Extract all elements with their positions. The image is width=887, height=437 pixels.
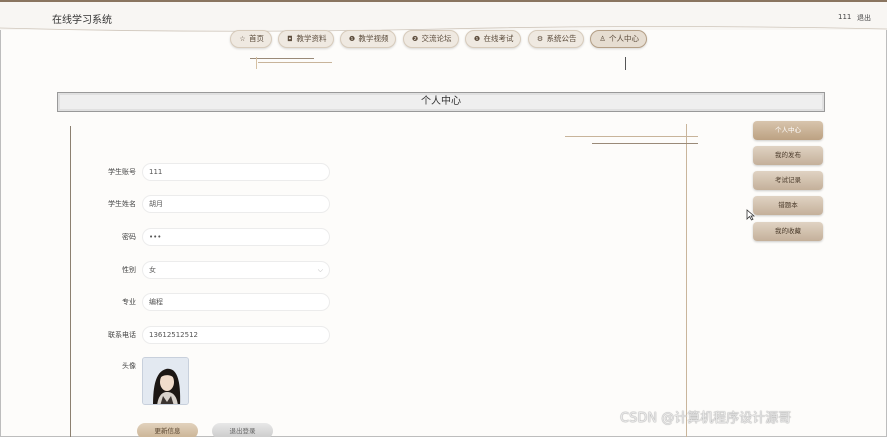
nav-item-label: 交流论坛: [421, 34, 452, 43]
decor-line: [250, 58, 314, 59]
decor-line: [592, 143, 698, 144]
sidebar-item-my-favorites[interactable]: 我的收藏: [753, 222, 823, 241]
nav-item-label: 教学资料: [296, 34, 327, 43]
nav-item-teaching-videos[interactable]: ❶ 教学视频: [340, 30, 396, 48]
info-circle-icon: ❶: [473, 35, 481, 43]
decor-line: [258, 62, 332, 63]
sidebar-item-exam-records[interactable]: 考试记录: [753, 171, 823, 190]
user-icon: ♙: [599, 35, 606, 43]
gender-label: 性别: [122, 266, 136, 274]
avatar-upload[interactable]: [142, 357, 189, 405]
password-field[interactable]: •••: [142, 228, 330, 246]
logout-button[interactable]: 退出登录: [212, 423, 273, 437]
page-title: 个人中心: [421, 96, 461, 107]
chevron-down-icon: ⌵: [317, 266, 323, 274]
decor-line: [565, 136, 698, 137]
star-icon: ☆: [239, 35, 246, 43]
phone-label: 联系电话: [108, 331, 136, 339]
nav-item-personal-center[interactable]: ♙ 个人中心: [590, 30, 647, 48]
nav-item-label: 首页: [249, 34, 264, 43]
site-title: 在线学习系统: [52, 15, 112, 26]
page-title-bar: 个人中心: [57, 92, 825, 112]
current-user-name: 111: [838, 13, 852, 21]
nav-item-teaching-materials[interactable]: ◘ 教学资料: [278, 30, 334, 48]
nav-item-forum[interactable]: ❷ 交流论坛: [403, 30, 459, 48]
update-info-button[interactable]: 更新信息: [137, 423, 198, 437]
info-circle-icon: ❶: [348, 35, 356, 43]
content-divider-right: [686, 124, 687, 437]
password-label: 密码: [122, 233, 136, 241]
nav-item-label: 在线考试: [483, 34, 514, 43]
sidebar-item-personal-center[interactable]: 个人中心: [753, 121, 823, 140]
account-field[interactable]: 111: [142, 163, 330, 181]
nav-item-announcements[interactable]: ⚙ 系统公告: [528, 30, 584, 48]
header-logout-link[interactable]: 退出: [857, 13, 871, 23]
major-field[interactable]: 编程: [142, 293, 330, 311]
nav-item-home[interactable]: ☆ 首页: [230, 30, 272, 48]
name-field[interactable]: 胡月: [142, 195, 330, 213]
nav-item-online-exam[interactable]: ❶ 在线考试: [465, 30, 521, 48]
top-bar: 在线学习系统 111 退出: [0, 0, 887, 32]
avatar-label: 头像: [122, 362, 136, 370]
watermark-text: CSDN @计算机程序设计源哥: [620, 411, 792, 426]
sidebar-item-my-posts[interactable]: 我的发布: [753, 146, 823, 165]
content-divider-left: [70, 126, 71, 437]
help-circle-icon: ❷: [411, 35, 419, 43]
nav-item-label: 教学视频: [358, 34, 389, 43]
gender-selected-value: 女: [149, 266, 156, 274]
avatar-image: [143, 358, 188, 404]
mouse-cursor-icon: [746, 209, 755, 221]
gear-icon: ⚙: [536, 35, 544, 43]
decor-line: [256, 57, 257, 69]
nav-item-label: 系统公告: [546, 34, 577, 43]
phone-field[interactable]: 13612512512: [142, 326, 330, 344]
major-label: 专业: [122, 298, 136, 306]
name-label: 学生姓名: [108, 200, 136, 208]
decor-line: [625, 57, 626, 70]
sidebar-item-wrong-questions[interactable]: 错题本: [753, 196, 823, 215]
bag-icon: ◘: [287, 35, 293, 43]
gender-select[interactable]: 女 ⌵: [142, 261, 330, 279]
account-label: 学生账号: [108, 168, 136, 176]
nav-item-label: 个人中心: [609, 34, 639, 43]
